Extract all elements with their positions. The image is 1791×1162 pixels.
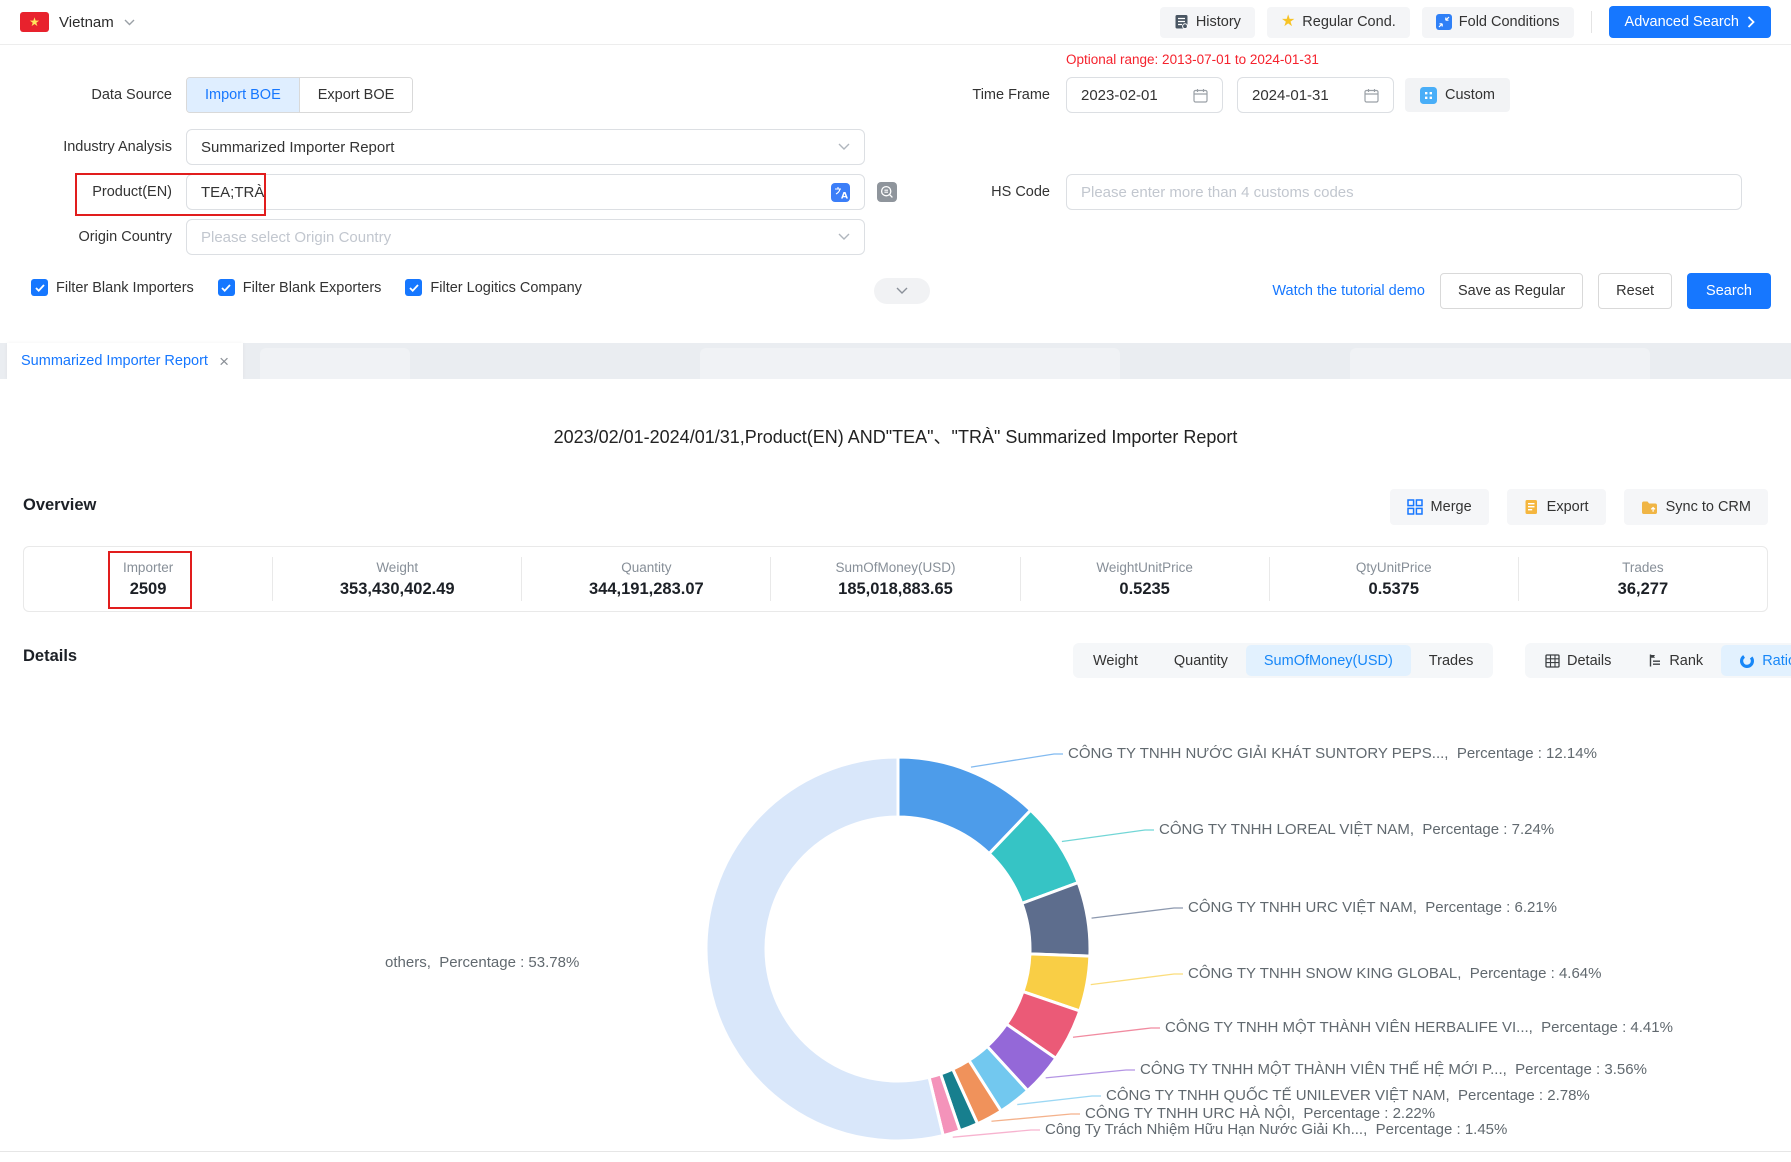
hs-code-input[interactable]: Please enter more than 4 customs codes [1066, 174, 1742, 210]
report-content: 2023/02/01-2024/01/31,Product(EN) AND"TE… [0, 379, 1791, 1162]
optional-range-text: Optional range: 2013-07-01 to 2024-01-31 [1066, 52, 1319, 67]
date-to-input[interactable]: 2024-01-31 [1237, 77, 1394, 113]
export-boe-tab[interactable]: Export BOE [299, 78, 413, 112]
origin-country-label: Origin Country [0, 219, 172, 255]
search-button[interactable]: Search [1687, 273, 1771, 309]
tab-label: Summarized Importer Report [21, 353, 208, 369]
topbar-divider [1591, 11, 1592, 33]
custom-icon [1420, 87, 1437, 104]
tutorial-link[interactable]: Watch the tutorial demo [1272, 283, 1425, 299]
industry-analysis-label: Industry Analysis [0, 129, 172, 165]
date-from-value: 2023-02-01 [1081, 87, 1158, 104]
chevron-down-icon [838, 143, 850, 151]
date-from-input[interactable]: 2023-02-01 [1066, 77, 1223, 113]
topbar-actions: History ★ Regular Cond. Fold Conditions … [1160, 6, 1771, 38]
industry-analysis-value: Summarized Importer Report [201, 139, 394, 156]
calendar-icon [1364, 88, 1379, 103]
reset-button[interactable]: Reset [1598, 273, 1672, 309]
pie-leader-line [971, 754, 1063, 767]
checkbox-label: Filter Blank Exporters [243, 280, 382, 296]
product-en-label: Product(EN) [0, 174, 172, 210]
pie-leader-line [953, 1130, 1040, 1137]
calendar-icon [1193, 88, 1208, 103]
filter-actions: Watch the tutorial demo Save as Regular … [1272, 273, 1771, 309]
pie-leader-line [1092, 908, 1183, 918]
custom-label: Custom [1445, 87, 1495, 103]
topbar: ★ Vietnam History ★ Regular Cond. Fold C… [0, 0, 1791, 45]
chevron-down-icon [124, 19, 135, 26]
advanced-search-label: Advanced Search [1625, 14, 1739, 30]
save-as-regular-button[interactable]: Save as Regular [1440, 273, 1583, 309]
custom-range-button[interactable]: Custom [1405, 78, 1510, 112]
app: ★ Vietnam History ★ Regular Cond. Fold C… [0, 0, 1791, 1162]
country-name: Vietnam [59, 14, 114, 31]
translate-icon[interactable]: A [831, 183, 850, 202]
chevron-down-icon [838, 233, 850, 241]
donut-svg [0, 379, 1791, 1162]
fold-conditions-label: Fold Conditions [1459, 14, 1560, 30]
checkbox-row: Filter Blank Importers Filter Blank Expo… [31, 279, 582, 296]
pie-leader-line [1046, 1070, 1135, 1078]
checkbox-checked-icon [31, 279, 48, 296]
hs-code-placeholder: Please enter more than 4 customs codes [1081, 184, 1354, 201]
import-boe-tab[interactable]: Import BOE [187, 78, 299, 112]
history-icon [1174, 14, 1189, 30]
checkbox-checked-icon [405, 279, 422, 296]
close-icon[interactable]: × [219, 353, 229, 370]
checkbox-checked-icon [218, 279, 235, 296]
date-to-value: 2024-01-31 [1252, 87, 1329, 104]
product-en-input[interactable]: TEA;TRÀ A [186, 174, 865, 210]
chevron-down-icon [896, 287, 908, 295]
industry-analysis-select[interactable]: Summarized Importer Report [186, 129, 865, 165]
product-en-value: TEA;TRÀ [201, 184, 264, 201]
checkbox-label: Filter Logitics Company [430, 280, 582, 296]
filter-blank-exporters-checkbox[interactable]: Filter Blank Exporters [218, 279, 382, 296]
hs-code-label: HS Code [878, 174, 1050, 210]
ghost-tab [260, 348, 410, 379]
data-source-label: Data Source [0, 77, 172, 113]
filter-panel: Data Source Import BOE Export BOE Option… [0, 46, 1791, 343]
pie-leader-line [1017, 1096, 1101, 1105]
ghost-tab [700, 348, 1120, 379]
advanced-search-button[interactable]: Advanced Search [1609, 6, 1771, 38]
svg-text:A: A [841, 191, 848, 201]
fold-conditions-button[interactable]: Fold Conditions [1422, 7, 1574, 38]
filter-blank-importers-checkbox[interactable]: Filter Blank Importers [31, 279, 194, 296]
collapse-conditions-button[interactable] [874, 278, 930, 304]
time-frame-label: Time Frame [878, 77, 1050, 113]
pie-leader-line [1073, 1028, 1160, 1037]
fold-icon [1436, 14, 1452, 30]
origin-country-placeholder: Please select Origin Country [201, 229, 391, 246]
chevron-right-icon [1747, 16, 1755, 28]
star-icon: ★ [1281, 14, 1295, 30]
pie-leader-line [1062, 830, 1154, 841]
tab-strip: Summarized Importer Report × [0, 343, 1791, 379]
regular-cond-button[interactable]: ★ Regular Cond. [1267, 7, 1410, 38]
pie-leader-line [1091, 974, 1183, 985]
vietnam-flag-icon: ★ [20, 12, 49, 32]
country-selector[interactable]: ★ Vietnam [20, 12, 135, 32]
bottom-divider [0, 1151, 1791, 1152]
tab-summarized-importer-report[interactable]: Summarized Importer Report × [7, 343, 243, 379]
filter-logistics-company-checkbox[interactable]: Filter Logitics Company [405, 279, 582, 296]
ratio-donut-chart: CÔNG TY TNHH NƯỚC GIẢI KHÁT SUNTORY PEPS… [0, 379, 1791, 1162]
origin-country-select[interactable]: Please select Origin Country [186, 219, 865, 255]
data-source-segment: Import BOE Export BOE [186, 77, 413, 113]
regular-cond-label: Regular Cond. [1302, 14, 1396, 30]
history-button[interactable]: History [1160, 7, 1255, 38]
pie-leader-line [991, 1114, 1080, 1121]
history-label: History [1196, 14, 1241, 30]
checkbox-label: Filter Blank Importers [56, 280, 194, 296]
ghost-tab [1350, 348, 1650, 379]
